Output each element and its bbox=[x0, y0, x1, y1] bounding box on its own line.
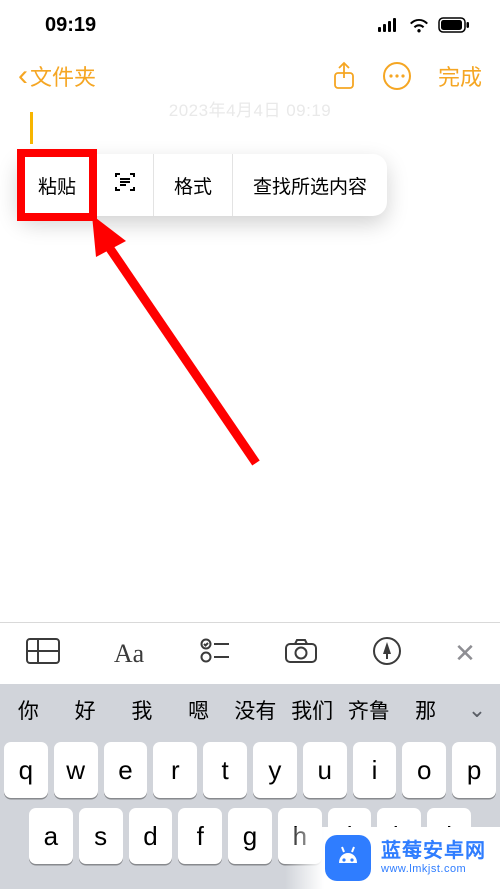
chevron-down-icon: ⌄ bbox=[468, 697, 486, 723]
watermark-title: 蓝莓安卓网 bbox=[381, 840, 486, 863]
candidate[interactable]: 那 bbox=[397, 695, 454, 725]
key-e[interactable]: e bbox=[104, 742, 148, 798]
key-u[interactable]: u bbox=[303, 742, 347, 798]
markup-icon bbox=[372, 636, 402, 671]
candidate[interactable]: 你 bbox=[0, 695, 57, 725]
note-timestamp: 2023年4月4日 09:19 bbox=[0, 96, 500, 121]
candidate[interactable]: 齐鲁 bbox=[341, 695, 398, 725]
candidate[interactable]: 没有 bbox=[227, 695, 284, 725]
notes-format-toolbar: Aa ✕ bbox=[0, 622, 500, 684]
nav-right: 完成 bbox=[332, 60, 482, 92]
key-a[interactable]: a bbox=[29, 808, 73, 864]
popover-format[interactable]: 格式 bbox=[154, 154, 233, 216]
status-bar: 09:19 bbox=[0, 0, 500, 50]
status-time: 09:19 bbox=[45, 14, 96, 37]
more-icon[interactable] bbox=[382, 61, 412, 91]
popover-scan[interactable] bbox=[97, 154, 154, 216]
candidate[interactable]: 嗯 bbox=[170, 695, 227, 725]
toolbar-close[interactable]: ✕ bbox=[430, 638, 500, 669]
camera-icon bbox=[284, 638, 318, 669]
close-icon: ✕ bbox=[454, 638, 476, 669]
nav-bar: ‹ 文件夹 完成 bbox=[0, 50, 500, 102]
candidate[interactable]: 我们 bbox=[284, 695, 341, 725]
watermark: 蓝莓安卓网 www.lmkjst.com bbox=[285, 827, 500, 889]
watermark-url: www.lmkjst.com bbox=[381, 863, 486, 876]
key-o[interactable]: o bbox=[402, 742, 446, 798]
popover-find[interactable]: 查找所选内容 bbox=[233, 154, 387, 216]
textstyle-icon: Aa bbox=[114, 639, 144, 669]
back-label: 文件夹 bbox=[30, 60, 96, 92]
ime-candidate-row: 你 好 我 嗯 没有 我们 齐鲁 那 ⌄ bbox=[0, 684, 500, 736]
checklist-icon bbox=[200, 638, 230, 669]
text-caret bbox=[30, 112, 33, 144]
popover-paste[interactable]: 粘贴 bbox=[18, 154, 97, 216]
cellular-signal-icon bbox=[378, 18, 400, 32]
key-y[interactable]: y bbox=[253, 742, 297, 798]
candidate-expand[interactable]: ⌄ bbox=[454, 697, 500, 723]
key-d[interactable]: d bbox=[129, 808, 173, 864]
key-p[interactable]: p bbox=[452, 742, 496, 798]
toolbar-markup[interactable] bbox=[344, 636, 430, 671]
watermark-logo-icon bbox=[325, 835, 371, 881]
scan-text-icon bbox=[113, 170, 137, 200]
key-s[interactable]: s bbox=[79, 808, 123, 864]
done-button[interactable]: 完成 bbox=[438, 60, 482, 92]
toolbar-textstyle[interactable]: Aa bbox=[86, 639, 172, 669]
key-w[interactable]: w bbox=[54, 742, 98, 798]
key-f[interactable]: f bbox=[178, 808, 222, 864]
key-i[interactable]: i bbox=[353, 742, 397, 798]
key-g[interactable]: g bbox=[228, 808, 272, 864]
share-icon[interactable] bbox=[332, 61, 356, 91]
key-r[interactable]: r bbox=[153, 742, 197, 798]
watermark-text: 蓝莓安卓网 www.lmkjst.com bbox=[381, 840, 486, 876]
keyboard-row-1: q w e r t y u i o p bbox=[4, 742, 496, 798]
key-t[interactable]: t bbox=[203, 742, 247, 798]
table-icon bbox=[26, 638, 60, 669]
toolbar-camera[interactable] bbox=[258, 638, 344, 669]
annotation-arrow bbox=[56, 205, 276, 475]
battery-icon bbox=[438, 17, 470, 33]
status-right bbox=[378, 17, 470, 33]
candidate[interactable]: 好 bbox=[57, 695, 114, 725]
key-q[interactable]: q bbox=[4, 742, 48, 798]
chevron-left-icon: ‹ bbox=[18, 61, 28, 91]
back-button[interactable]: ‹ 文件夹 bbox=[18, 60, 96, 92]
wifi-icon bbox=[408, 17, 430, 33]
candidate[interactable]: 我 bbox=[114, 695, 171, 725]
toolbar-table[interactable] bbox=[0, 638, 86, 669]
toolbar-checklist[interactable] bbox=[172, 638, 258, 669]
edit-popover: 粘贴 格式 查找所选内容 bbox=[18, 154, 387, 216]
